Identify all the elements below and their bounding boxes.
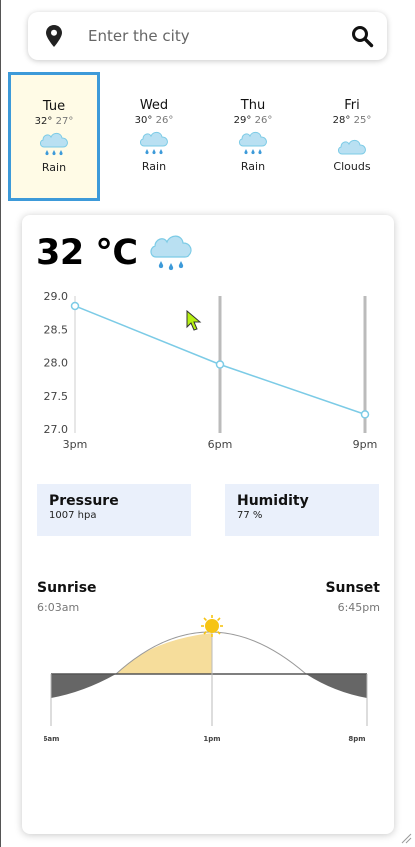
search-bar <box>28 12 387 60</box>
pressure-value: 1007 hpa <box>49 510 97 521</box>
forecast-low: 27° <box>55 116 74 127</box>
rain-cloud-icon <box>40 132 68 156</box>
rain-cloud-icon <box>239 131 267 155</box>
temperature-line-chart: 29.0 28.5 28.0 27.5 27.0 3pm 6pm 9pm <box>44 290 378 451</box>
forecast-day-thu[interactable]: Thu 29° 26° Rain <box>207 72 299 201</box>
sun-axis-label-mid: 1pm <box>203 735 220 743</box>
chart-y-tick-label: 28.5 <box>44 323 69 336</box>
chart-y-tick-label: 27.0 <box>44 423 69 436</box>
forecast-day-name: Fri <box>344 98 360 113</box>
sunrise-label: Sunrise <box>37 580 97 596</box>
location-pin-icon[interactable] <box>46 25 62 47</box>
chart-x-tick-label: 9pm <box>353 438 378 451</box>
forecast-condition: Rain <box>141 160 167 173</box>
city-search-input[interactable] <box>88 24 338 48</box>
forecast-day-wed[interactable]: Wed 30° 26° Rain <box>108 72 200 201</box>
chart-data-point <box>215 360 225 369</box>
forecast-day-fri[interactable]: Fri 28° 25° Clouds <box>306 72 398 201</box>
chart-y-tick-label: 28.0 <box>44 357 69 370</box>
humidity-panel: Humidity 77 % <box>225 484 379 536</box>
chart-y-tick-label: 29.0 <box>44 290 69 303</box>
chart-data-point <box>70 301 80 311</box>
forecast-day-name: Thu <box>240 98 266 113</box>
sun-path-chart: 6am 1pm 8pm <box>44 615 368 743</box>
pressure-label: Pressure <box>49 493 119 509</box>
sun-axis-label-start: 6am <box>44 735 59 743</box>
current-temperature: 32 °C <box>36 233 138 273</box>
humidity-value: 77 % <box>237 510 263 521</box>
sun-axis-label-end: 8pm <box>348 735 365 743</box>
forecast-temps: 30° 26° <box>108 115 200 126</box>
forecast-temps: 32° 27° <box>11 116 97 127</box>
chart-x-tick-label: 6pm <box>208 438 233 451</box>
sunset-label: Sunset <box>325 580 380 596</box>
chart-x-tick-label: 3pm <box>63 438 88 451</box>
search-icon[interactable] <box>350 24 374 48</box>
chart-data-point <box>360 410 370 419</box>
forecast-high: 29° <box>233 115 252 126</box>
resize-handle-icon[interactable] <box>400 832 412 844</box>
rain-cloud-icon <box>150 235 192 271</box>
humidity-label: Humidity <box>237 493 309 509</box>
forecast-high: 28° <box>332 115 351 126</box>
chart-y-tick-label: 27.5 <box>44 390 69 403</box>
forecast-day-name: Tue <box>42 99 66 114</box>
night-left <box>51 674 116 698</box>
forecast-condition: Clouds <box>333 160 371 173</box>
forecast-low: 26° <box>254 115 273 126</box>
cloud-icon <box>338 139 366 155</box>
forecast-day-tue[interactable]: Tue 32° 27° Rain <box>8 72 100 201</box>
forecast-high: 30° <box>134 115 153 126</box>
window-edge <box>0 0 1 847</box>
daylight-area <box>116 633 212 674</box>
forecast-condition: Rain <box>41 161 67 174</box>
forecast-temps: 29° 26° <box>207 115 299 126</box>
forecast-low: 25° <box>353 115 372 126</box>
forecast-day-name: Wed <box>139 98 169 113</box>
forecast-low: 26° <box>155 115 174 126</box>
night-right <box>306 674 367 698</box>
pressure-panel: Pressure 1007 hpa <box>37 484 191 536</box>
forecast-temps: 28° 25° <box>306 115 398 126</box>
forecast-condition: Rain <box>240 160 266 173</box>
forecast-high: 32° <box>34 116 53 127</box>
rain-cloud-icon <box>140 131 168 155</box>
mouse-cursor-icon <box>186 310 202 331</box>
weather-detail-card: 32 °C 29.0 28.5 28.0 27.5 27.0 3pm 6pm 9pm Pres… <box>22 215 394 834</box>
